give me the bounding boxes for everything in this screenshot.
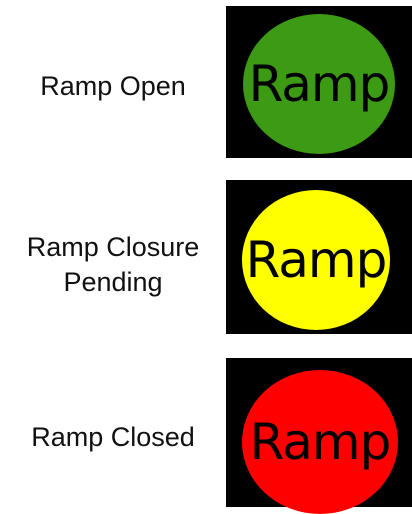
signal-label: Ramp Open (40, 71, 186, 101)
signal-lamp-green: Ramp (243, 14, 395, 154)
signal-lamp-red: Ramp (242, 370, 398, 514)
signal-panel: Ramp (226, 180, 412, 334)
signal-label: Ramp Closed (31, 422, 195, 452)
signal-lamp-yellow: Ramp (242, 190, 390, 330)
signal-panel: Ramp (226, 358, 412, 514)
lamp-text: Ramp (249, 413, 392, 471)
signal-row-closed: Ramp Closed Ramp (0, 356, 412, 514)
signal-row-pending: Ramp Closure Pending Ramp (0, 178, 412, 334)
lamp-text: Ramp (245, 231, 388, 289)
signal-row-open: Ramp Open Ramp (0, 0, 412, 160)
lamp-text: Ramp (248, 55, 391, 113)
signal-panel: Ramp (226, 6, 412, 158)
signal-label: Ramp Closure Pending (26, 232, 200, 297)
